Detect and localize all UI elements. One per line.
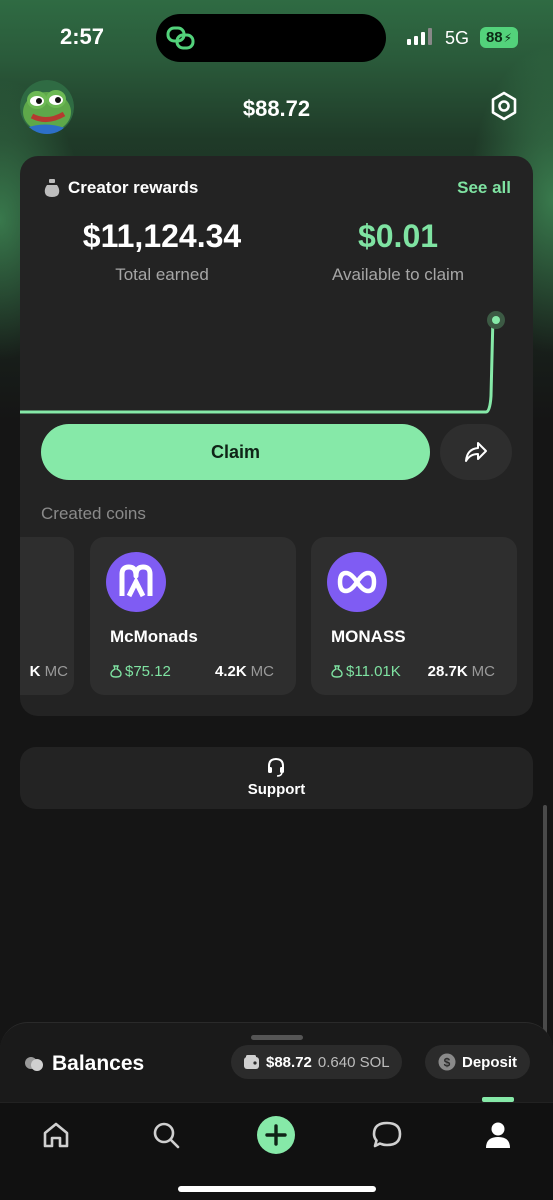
coin-name: MONASS: [331, 627, 406, 646]
coin-earned: $11.01K: [331, 663, 401, 680]
monass-logo-icon: [327, 552, 387, 612]
money-bag-icon: [331, 665, 343, 678]
status-bar: 2:57 5G 88 ⚡: [0, 0, 553, 76]
coin-market-cap: 28.7K MC: [427, 663, 495, 680]
available-stat: $0.01 Available to claim: [298, 218, 498, 285]
coin-market-cap: 4.2K MC: [214, 663, 274, 680]
search-icon[interactable]: [146, 1115, 186, 1155]
signal-icon: [407, 28, 432, 45]
available-value: $0.01: [357, 218, 439, 254]
balances-sheet[interactable]: Balances $88.72 0.640 SOL $ Deposit: [0, 1022, 553, 1102]
wallet-icon: [244, 1054, 259, 1069]
total-earned-stat: $11,124.34 Total earned: [62, 218, 262, 285]
support-button[interactable]: Support: [20, 747, 533, 809]
claim-button[interactable]: Claim: [41, 424, 430, 480]
share-icon: [465, 442, 487, 462]
see-all-link[interactable]: See all: [457, 178, 511, 198]
balances-title: Balances: [52, 1052, 145, 1075]
total-earned-value: $11,124.34: [82, 218, 242, 254]
profile-icon[interactable]: [478, 1115, 518, 1155]
gear-icon[interactable]: [489, 91, 519, 121]
home-icon[interactable]: [36, 1115, 76, 1155]
dollar-icon: $: [438, 1053, 456, 1071]
total-earned-label: Total earned: [115, 265, 209, 284]
money-bag-icon: [110, 665, 122, 678]
support-label: Support: [247, 781, 306, 798]
battery-icon: 88 ⚡: [480, 27, 518, 48]
header-balance: $88.72: [242, 96, 311, 121]
active-tab-indicator: [482, 1097, 514, 1102]
money-bag-icon: [44, 179, 60, 197]
created-coins-label: Created coins: [41, 504, 146, 523]
chat-icon[interactable]: [367, 1115, 407, 1155]
balance-sol: 0.640 SOL: [317, 1053, 390, 1071]
network-type: 5G: [445, 28, 470, 48]
home-indicator: [178, 1186, 376, 1192]
creator-rewards-header: Creator rewards: [44, 178, 198, 198]
status-time: 2:57: [60, 24, 105, 49]
balance-pill[interactable]: $88.72 0.640 SOL: [231, 1045, 402, 1079]
deposit-button[interactable]: $ Deposit: [425, 1045, 530, 1079]
coins-icon: [25, 1057, 43, 1071]
available-label: Available to claim: [332, 265, 464, 284]
create-icon[interactable]: [256, 1115, 296, 1155]
balance-usd: $88.72: [266, 1053, 312, 1071]
coin-card-mcmonads[interactable]: McMonads $75.12 4.2K MC: [90, 537, 296, 695]
headset-icon: [268, 757, 284, 777]
coin-card-monass[interactable]: MONASS $11.01K 28.7K MC: [311, 537, 517, 695]
battery-level: 88: [485, 29, 503, 46]
svg-text:$: $: [444, 1056, 451, 1070]
rewards-chart-line: [20, 315, 495, 414]
mcmonads-logo-icon: [106, 552, 166, 612]
tab-bar: [0, 1097, 553, 1200]
creator-rewards-card: Creator rewards See all $11,124.34 Total…: [20, 156, 533, 716]
link-icon: [166, 26, 195, 50]
share-button[interactable]: [440, 424, 512, 480]
coin-earned: $75.12: [110, 663, 171, 680]
deposit-label: Deposit: [461, 1053, 517, 1071]
partial-mc-unit: MC: [44, 663, 68, 680]
scrollbar[interactable]: [543, 805, 547, 1035]
creator-rewards-title: Creator rewards: [68, 178, 199, 197]
header: $88.72: [0, 76, 553, 138]
rewards-chart: [20, 311, 505, 414]
coin-card-partial[interactable]: K MC: [20, 537, 74, 695]
sheet-grabber[interactable]: [251, 1035, 303, 1040]
balances-header: Balances: [24, 1052, 144, 1076]
coin-name: McMonads: [110, 627, 198, 646]
